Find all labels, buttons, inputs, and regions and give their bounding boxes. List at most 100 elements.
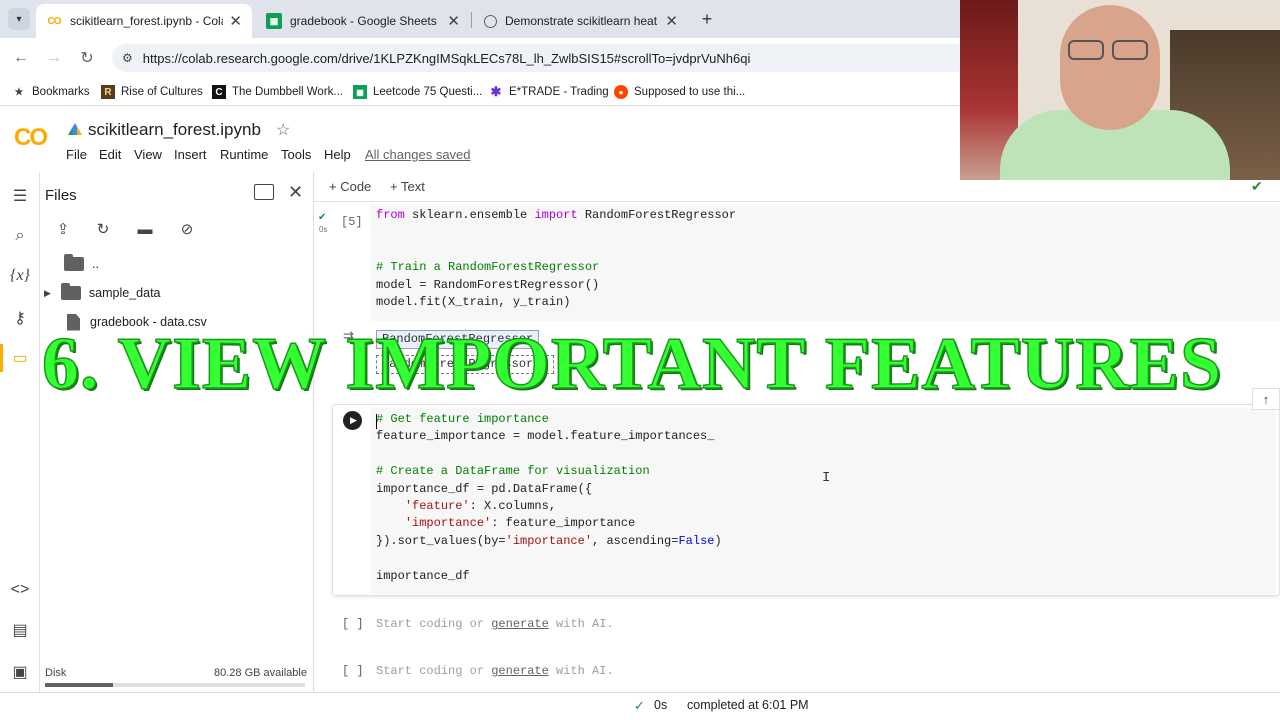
colab-logo[interactable]: CO (14, 124, 48, 152)
web-icon (484, 14, 497, 28)
tab-search-button[interactable]: ▾ (8, 8, 30, 30)
code-line: # Create a DataFrame for visualization (376, 464, 650, 479)
close-tab-icon[interactable]: ✕ (447, 12, 460, 30)
hint-text: with AI. (548, 664, 614, 678)
disk-label: Disk (45, 667, 67, 679)
code-line: model = RandomForestRegressor() (376, 277, 600, 292)
hint-text: Start coding or (376, 664, 492, 678)
files-panel-title: Files (45, 187, 77, 204)
colab-icon: CO (47, 15, 62, 27)
code-line: from sklearn.ensemble import RandomFores… (376, 208, 737, 222)
hint-text: with AI. (548, 617, 614, 631)
code-editor-train[interactable]: from sklearn.ensemble import RandomFores… (376, 207, 736, 311)
expand-caret-icon[interactable]: ▶ (44, 288, 51, 299)
disk-usage-bar (45, 683, 305, 687)
bookmark-label: E*TRADE - Trading (509, 86, 609, 98)
menu-view[interactable]: View (134, 147, 162, 162)
tab-scikitlearn-heatmap[interactable]: Demonstrate scikitlearn heat m ✕ (474, 4, 688, 38)
move-cell-up-icon[interactable]: ↑ (1252, 388, 1280, 410)
tab-divider (471, 12, 472, 28)
reddit-icon: ● (614, 85, 628, 99)
disk-usage-fill (45, 683, 113, 687)
active-rail-indicator (0, 344, 3, 372)
generate-link[interactable]: generate (491, 664, 549, 678)
back-arrow-icon[interactable]: ← (9, 46, 33, 70)
file-row-sample-data[interactable]: ▶ sample_data (44, 282, 161, 304)
generate-link[interactable]: generate (491, 617, 549, 631)
video-caption-overlay: 6. VIEW IMPORTANT FEATURES (41, 322, 1223, 406)
secrets-key-icon[interactable]: ⚷ (8, 306, 32, 330)
menu-tools[interactable]: Tools (281, 147, 311, 162)
code-snippets-icon[interactable]: <> (8, 578, 32, 602)
url-text: https://colab.research.google.com/drive/… (142, 50, 751, 66)
add-text-button[interactable]: + Text (390, 179, 425, 194)
menu-help[interactable]: Help (324, 147, 351, 162)
rise-icon: R (101, 85, 115, 99)
close-tab-icon[interactable]: ✕ (665, 12, 678, 30)
bookmark-dumbbell-workout[interactable]: C The Dumbbell Work... (212, 82, 343, 102)
files-folder-icon[interactable]: ▭ (8, 346, 32, 370)
notebook-title[interactable]: scikitlearn_forest.ipynb (88, 120, 261, 140)
code-line: model.fit(X_train, y_train) (376, 295, 571, 310)
bookmark-bookmarks[interactable]: ★ Bookmarks (12, 82, 90, 102)
menu-insert[interactable]: Insert (174, 147, 207, 162)
menu-file[interactable]: File (66, 147, 87, 162)
code-line: 'feature': X.columns, (404, 499, 557, 514)
menu-edit[interactable]: Edit (99, 147, 121, 162)
bookmark-rise-of-cultures[interactable]: R Rise of Cultures (101, 82, 203, 102)
mount-drive-icon[interactable]: ▬ (134, 218, 156, 240)
search-icon[interactable]: ⌕ (8, 224, 32, 248)
webcam-glasses-right (1112, 40, 1148, 60)
disk-available: 80.28 GB available (214, 667, 307, 679)
variables-icon[interactable]: {x} (8, 264, 32, 288)
bookmark-label: Leetcode 75 Questi... (373, 86, 483, 98)
status-bar: ✓ 0s completed at 6:01 PM (0, 692, 1280, 720)
files-panel: Files ✕ (40, 172, 314, 692)
close-tab-icon[interactable]: ✕ (229, 12, 242, 30)
reload-icon[interactable]: ↻ (75, 46, 99, 70)
forward-arrow-icon[interactable]: → (42, 46, 66, 70)
tab-gradebook-sheets[interactable]: ▦ gradebook - Google Sheets ✕ (256, 4, 470, 38)
file-row-parent[interactable]: .. (64, 253, 99, 275)
new-tab-button[interactable]: + (696, 8, 718, 30)
add-code-button[interactable]: + Code (329, 179, 371, 194)
cell-runtime: 0s (319, 225, 328, 234)
site-settings-icon[interactable]: ⚙ (122, 51, 133, 65)
bookmark-leetcode-75[interactable]: ▦ Leetcode 75 Questi... (353, 82, 482, 102)
empty-cell-prompt[interactable]: [ ] (342, 617, 364, 631)
hide-files-icon[interactable]: ⊘ (176, 218, 198, 240)
bookmark-supposed-to-use[interactable]: ● Supposed to use thi... (614, 82, 745, 102)
file-name: sample_data (88, 286, 161, 300)
run-cell-button[interactable]: ▶ (343, 411, 362, 430)
close-panel-icon[interactable]: ✕ (288, 182, 303, 203)
bookmark-label: Supposed to use thi... (634, 86, 746, 98)
bookmark-label: Rise of Cultures (121, 86, 203, 98)
terminal-icon[interactable]: ▣ (8, 660, 32, 684)
bookmark-etrade[interactable]: ✱ E*TRADE - Trading (489, 82, 609, 102)
webcam-video (960, 0, 1280, 180)
status-completed[interactable]: completed at 6:01 PM (687, 698, 809, 712)
tab-title: Demonstrate scikitlearn heat m (505, 14, 660, 28)
connected-check-icon[interactable]: ✔ (1251, 178, 1263, 195)
command-palette-icon[interactable]: ▤ (8, 618, 32, 642)
star-icon[interactable]: ☆ (276, 120, 290, 140)
colab-logo-text: CO (14, 124, 48, 151)
empty-cell-hint[interactable]: Start coding or generate with AI. (376, 664, 614, 678)
code-line: # Train a RandomForestRegressor (376, 260, 600, 275)
empty-cell-hint[interactable]: Start coding or generate with AI. (376, 617, 614, 631)
code-editor-feature-importance[interactable]: # Get feature importance feature_importan… (376, 411, 722, 585)
save-status-link[interactable]: All changes saved (365, 147, 471, 162)
empty-cell-prompt[interactable]: [ ] (342, 664, 364, 678)
upload-file-icon[interactable]: ⇪ (52, 218, 74, 240)
folder-open-icon (64, 254, 84, 271)
refresh-icon[interactable]: ↻ (92, 218, 114, 240)
file-name: .. (92, 257, 99, 271)
sheets-icon: ▦ (266, 13, 282, 29)
menu-runtime[interactable]: Runtime (220, 147, 268, 162)
open-in-tab-icon[interactable] (254, 184, 274, 200)
table-of-contents-icon[interactable]: ☰ (8, 184, 32, 208)
tab-colab-notebook[interactable]: CO scikitlearn_forest.ipynb - Colab ✕ (36, 4, 252, 38)
